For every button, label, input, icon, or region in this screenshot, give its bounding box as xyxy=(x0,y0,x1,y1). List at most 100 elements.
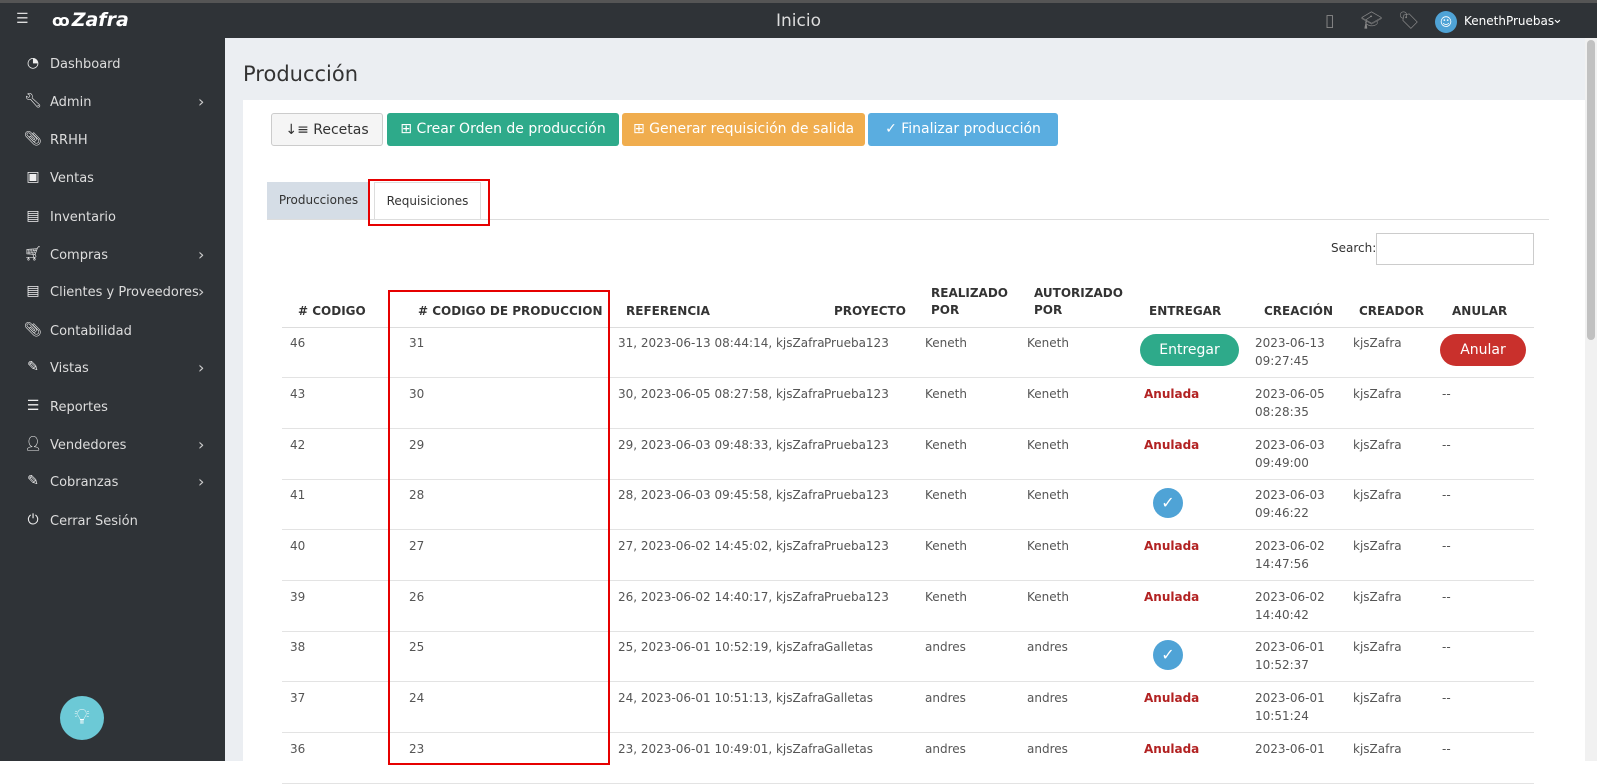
graduation-cap-icon[interactable]: 🎓︎ xyxy=(1361,11,1383,31)
recetas-button[interactable]: ↓≡ Recetas xyxy=(271,113,383,146)
scrollbar[interactable] xyxy=(1585,38,1597,761)
header-creacion[interactable]: CREACIÓN xyxy=(1264,304,1333,318)
cell-creacion: 2023-06-03 09:46:22 xyxy=(1255,486,1325,522)
cell-creacion: 2023-06-02 14:47:56 xyxy=(1255,537,1325,573)
sidebar-item-contabilidad[interactable]: 📎︎ Contabilidad xyxy=(0,318,225,348)
search-label: Search: xyxy=(1331,241,1377,255)
crear-label: Crear Orden de producción xyxy=(416,121,606,137)
header-autorizado-line2: POR xyxy=(1034,303,1063,317)
header-anular[interactable]: ANULAR xyxy=(1452,304,1507,318)
sidebar-item-inventario[interactable]: ▤ Inventario xyxy=(0,204,225,234)
generate-requisition-button[interactable]: ⊞ Generar requisición de salida xyxy=(622,113,865,146)
top-bar: ☰ ꝏ Zafra Inicio ▯ 🎓︎ 🏷︎ ☺ KenethPruebas … xyxy=(0,0,1597,38)
cell-creador: kjsZafra xyxy=(1353,336,1402,350)
money-icon: ▣ xyxy=(26,169,40,185)
plus-square-icon: ⊞ xyxy=(400,121,412,137)
header-realizado[interactable]: REALIZADO POR xyxy=(931,286,1008,317)
cell-anular: -- xyxy=(1442,691,1451,705)
sidebar-item-label: Admin xyxy=(50,95,92,110)
header-realizado-line1: REALIZADO xyxy=(931,286,1008,300)
header-proyecto[interactable]: PROYECTO xyxy=(834,304,906,318)
chevron-right-icon[interactable]: › xyxy=(198,282,204,301)
tags-icon[interactable]: 🏷︎ xyxy=(1398,11,1420,31)
header-autorizado[interactable]: AUTORIZADO POR xyxy=(1034,286,1123,317)
cell-realizado: andres xyxy=(925,742,966,756)
entregar-button[interactable]: Entregar xyxy=(1140,334,1239,366)
sidebar-item-vendedores[interactable]: 👤︎ Vendedores › xyxy=(0,432,225,462)
sidebar-item-clientes-y-proveedores[interactable]: ▤ Clientes y Proveedores › xyxy=(0,279,225,309)
cell-realizado: Keneth xyxy=(925,488,967,502)
header-referencia[interactable]: REFERENCIA xyxy=(626,304,710,318)
recetas-label: Recetas xyxy=(313,122,369,138)
chevron-down-icon[interactable]: ⌄ xyxy=(1552,12,1563,27)
cell-proyecto: Prueba123 xyxy=(824,590,889,604)
sidebar-item-admin[interactable]: 🔧︎ Admin › xyxy=(0,89,225,119)
chevron-right-icon[interactable]: › xyxy=(198,245,204,264)
tab-producciones[interactable]: Producciones xyxy=(267,182,370,219)
cell-anular: -- xyxy=(1442,488,1451,502)
sidebar-item-label: Cerrar Sesión xyxy=(50,514,138,529)
cell-proyecto: Galletas xyxy=(824,640,874,654)
sidebar-item-cerrar-sesion[interactable]: ⏻ Cerrar Sesión xyxy=(0,508,225,538)
highlight-box-column xyxy=(388,290,610,765)
cell-realizado: andres xyxy=(925,691,966,705)
cell-creador: kjsZafra xyxy=(1353,640,1402,654)
chevron-right-icon[interactable]: › xyxy=(198,472,204,491)
header-autorizado-line1: AUTORIZADO xyxy=(1034,286,1123,300)
lightbulb-icon[interactable]: 💡︎ xyxy=(60,696,104,740)
header-creador[interactable]: CREADOR xyxy=(1359,304,1424,318)
user-menu[interactable]: KenethPruebas xyxy=(1464,14,1554,28)
cell-proyecto: Galletas xyxy=(824,691,874,705)
create-production-order-button[interactable]: ⊞ Crear Orden de producción xyxy=(387,113,619,146)
cell-realizado: Keneth xyxy=(925,387,967,401)
sidebar-item-compras[interactable]: 🛒︎ Compras › xyxy=(0,242,225,272)
paperclip-icon: 📎︎ xyxy=(24,131,42,147)
cell-proyecto: Prueba123 xyxy=(824,488,889,502)
sidebar-item-ventas[interactable]: ▣ Ventas xyxy=(0,165,225,195)
cell-creacion: 2023-06-01 xyxy=(1255,740,1325,758)
cell-creacion-time: 09:49:00 xyxy=(1255,456,1309,470)
cell-creacion-time: 14:40:42 xyxy=(1255,608,1309,622)
finish-production-button[interactable]: ✓ Finalizar producción xyxy=(868,113,1058,146)
sidebar-item-vistas[interactable]: ✎ Vistas › xyxy=(0,355,225,385)
cell-proyecto: Prueba123 xyxy=(824,336,889,350)
cell-referencia: 27, 2023-06-02 14:45:02, kjsZafra xyxy=(618,539,825,553)
header-entregar[interactable]: ENTREGAR xyxy=(1149,304,1221,318)
cell-creador: kjsZafra xyxy=(1353,590,1402,604)
cell-creacion-time: 09:27:45 xyxy=(1255,354,1309,368)
chevron-right-icon[interactable]: › xyxy=(198,435,204,454)
cell-referencia: 25, 2023-06-01 10:52:19, kjsZafra xyxy=(618,640,825,654)
scrollbar-thumb[interactable] xyxy=(1587,40,1595,340)
cell-codigo: 43 xyxy=(290,387,306,401)
cell-autorizado: Keneth xyxy=(1027,387,1069,401)
cell-creacion: 2023-06-02 14:40:42 xyxy=(1255,588,1325,624)
sidebar-item-cobranzas[interactable]: ✎ Cobranzas › xyxy=(0,469,225,499)
chevron-right-icon[interactable]: › xyxy=(198,358,204,377)
cell-creacion-time: 08:28:35 xyxy=(1255,405,1309,419)
mobile-icon[interactable]: ▯ xyxy=(1325,11,1334,31)
anular-button[interactable]: Anular xyxy=(1440,334,1526,366)
cell-proyecto: Prueba123 xyxy=(824,438,889,452)
delivered-check-icon: ✓ xyxy=(1153,488,1183,518)
cell-creacion-time: 10:51:24 xyxy=(1255,709,1309,723)
list-icon: ☰ xyxy=(26,398,40,414)
cell-autorizado: Keneth xyxy=(1027,590,1069,604)
cell-proyecto: Prueba123 xyxy=(824,387,889,401)
sidebar-item-rrhh[interactable]: 📎︎ RRHH xyxy=(0,127,225,157)
avatar[interactable]: ☺ xyxy=(1435,11,1457,33)
sidebar-item-dashboard[interactable]: ◔ Dashboard xyxy=(0,51,225,81)
cell-creacion-time: 14:47:56 xyxy=(1255,557,1309,571)
page-title: Producción xyxy=(243,62,359,86)
header-codigo[interactable]: # CODIGO xyxy=(298,304,366,318)
cell-realizado: Keneth xyxy=(925,590,967,604)
search-input[interactable] xyxy=(1376,233,1534,265)
edit-icon: ✎ xyxy=(27,473,39,489)
cell-realizado: Keneth xyxy=(925,438,967,452)
cell-creacion: 2023-06-05 08:28:35 xyxy=(1255,385,1325,421)
sidebar-item-reportes[interactable]: ☰ Reportes xyxy=(0,394,225,424)
power-icon: ⏻ xyxy=(27,512,39,528)
cell-creacion: 2023-06-03 09:49:00 xyxy=(1255,436,1325,472)
cell-creacion-date: 2023-06-03 xyxy=(1255,488,1325,502)
chevron-right-icon[interactable]: › xyxy=(198,92,204,111)
cell-autorizado: Keneth xyxy=(1027,539,1069,553)
